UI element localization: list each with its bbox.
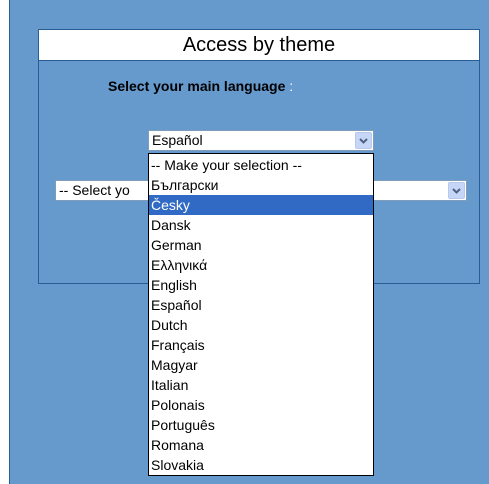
panel-title: Access by theme [39, 30, 479, 61]
language-label-text: Select your main language [108, 78, 286, 94]
language-option[interactable]: -- Make your selection -- [149, 155, 373, 175]
language-option[interactable]: Dansk [149, 215, 373, 235]
language-option[interactable]: Česky [149, 195, 373, 215]
language-label: Select your main language : [108, 78, 293, 94]
language-option[interactable]: Italian [149, 375, 373, 395]
language-option[interactable]: Polonais [149, 395, 373, 415]
language-option[interactable]: English [149, 275, 373, 295]
theme-select-value: -- Select yo [59, 182, 130, 198]
language-option[interactable]: Português [149, 415, 373, 435]
language-option[interactable]: Magyar [149, 355, 373, 375]
language-dropdown-list[interactable]: -- Make your selection -- Български Česky D… [148, 153, 374, 476]
language-option[interactable]: Slovakia [149, 455, 373, 475]
language-option[interactable]: Ελληνικά [149, 255, 373, 275]
language-select-value: Español [152, 132, 203, 148]
page: Access by theme Select your main languag… [0, 0, 489, 484]
language-option[interactable]: Romana [149, 435, 373, 455]
language-option[interactable]: Français [149, 335, 373, 355]
language-option[interactable]: Dutch [149, 315, 373, 335]
language-option[interactable]: Español [149, 295, 373, 315]
language-option[interactable]: German [149, 235, 373, 255]
chevron-down-icon[interactable] [448, 182, 465, 199]
left-border-line [9, 0, 10, 484]
language-select[interactable]: Español [148, 130, 374, 151]
language-option[interactable]: Български [149, 175, 373, 195]
language-label-colon: : [289, 78, 294, 94]
chevron-down-icon[interactable] [355, 132, 372, 149]
